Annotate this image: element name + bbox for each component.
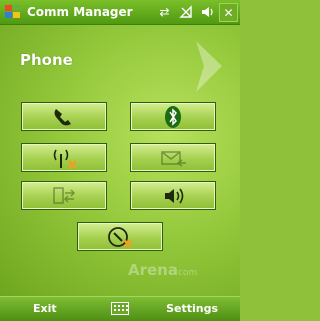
app-title: Comm Manager [27,5,133,19]
keyboard-icon[interactable] [111,302,129,315]
tile-data-connection[interactable] [77,222,163,251]
decorative-arrow-icon [194,39,224,98]
close-icon[interactable]: ✕ [219,3,238,22]
arena-watermark: Arenacom [128,261,198,279]
status-icons: ⇄ ✕ [156,3,238,22]
tile-activesync[interactable] [21,181,107,210]
settings-soft-key[interactable]: Settings [166,302,218,315]
mail-icon [161,150,186,167]
tile-wireless[interactable] [21,143,107,172]
bluetooth-icon [165,105,181,128]
main-panel: Phone Arenacom [0,25,240,296]
tile-bluetooth[interactable] [130,102,216,131]
tile-sound[interactable] [130,181,216,210]
tile-phone[interactable] [21,102,107,131]
tile-push-mail[interactable] [130,143,216,172]
antenna-off-icon [53,149,77,169]
connectivity-icon[interactable]: ⇄ [156,3,173,20]
soft-key-bar: Exit Settings [0,296,240,321]
speaker-icon [165,188,184,203]
sync-icon [53,186,76,204]
speaker-icon[interactable] [198,3,215,20]
status-bar: Comm Manager ⇄ ✕ [0,0,240,25]
page-title: Phone [20,51,73,69]
disconnect-icon [108,226,132,248]
phone-handset-icon [54,108,71,125]
signal-off-icon[interactable] [177,3,194,20]
exit-soft-key[interactable]: Exit [33,302,57,315]
start-flag-icon[interactable] [3,2,23,22]
